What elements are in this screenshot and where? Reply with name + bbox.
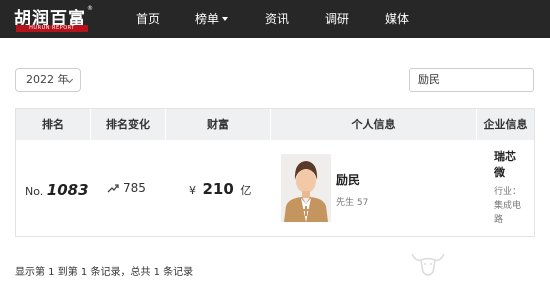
- nav-item-research[interactable]: 调研: [325, 0, 349, 38]
- rank-number: 1083: [46, 181, 89, 199]
- wealth-cell: ¥ 210 亿: [189, 180, 251, 198]
- nav-item-home[interactable]: 首页: [136, 0, 160, 38]
- bull-watermark-icon: [411, 253, 445, 276]
- wealth-value: 210: [202, 180, 234, 198]
- company-industry: 行业：集成电路: [494, 187, 522, 225]
- table-header: 排名 排名变化 财富 个人信息 企业信息: [16, 109, 534, 140]
- header-rank-change[interactable]: 排名变化: [91, 109, 165, 140]
- top-nav: 胡润百富 ® HURUN REPORT 首页 榜单 资讯 调研 媒体: [0, 0, 550, 38]
- pagination-summary: 显示第 1 到第 1 条记录，总共 1 条记录: [15, 267, 194, 278]
- rank-prefix: No.: [25, 185, 44, 198]
- company-name[interactable]: 瑞芯微: [494, 149, 526, 181]
- wealth-currency: ¥: [189, 184, 196, 197]
- wealth-unit: 亿: [240, 184, 252, 197]
- person-meta: 先生 57: [336, 198, 369, 208]
- nav-item-lists-label: 榜单: [195, 12, 220, 26]
- rank-change-cell: 785: [107, 181, 146, 195]
- header-wealth[interactable]: 财富: [166, 109, 270, 140]
- year-select-value: 2022 年: [26, 73, 69, 86]
- rank-change-value: 785: [123, 181, 146, 195]
- logo-subtitle: HURUN REPORT: [16, 25, 88, 32]
- person-name[interactable]: 励民: [336, 171, 360, 188]
- header-rank[interactable]: 排名: [16, 109, 90, 140]
- header-personal-info: 个人信息: [351, 118, 396, 131]
- header-company-info: 企业信息: [483, 118, 528, 131]
- ranking-table: 排名 排名变化 财富 个人信息 企业信息 No. 1083 785 ¥ 210 …: [15, 108, 535, 237]
- caret-down-icon: [222, 17, 229, 21]
- year-select[interactable]: 2022 年: [15, 68, 81, 92]
- avatar[interactable]: [281, 154, 331, 222]
- search-input[interactable]: 励民: [409, 68, 534, 92]
- trend-up-icon: [107, 184, 119, 193]
- hurun-logo[interactable]: 胡润百富 ® HURUN REPORT: [14, 4, 93, 34]
- nav-item-media[interactable]: 媒体: [385, 0, 409, 38]
- rank-cell: No. 1083: [25, 181, 89, 199]
- registered-mark: ®: [87, 5, 93, 12]
- nav-item-lists[interactable]: 榜单: [195, 0, 229, 38]
- nav-item-news[interactable]: 资讯: [265, 0, 289, 38]
